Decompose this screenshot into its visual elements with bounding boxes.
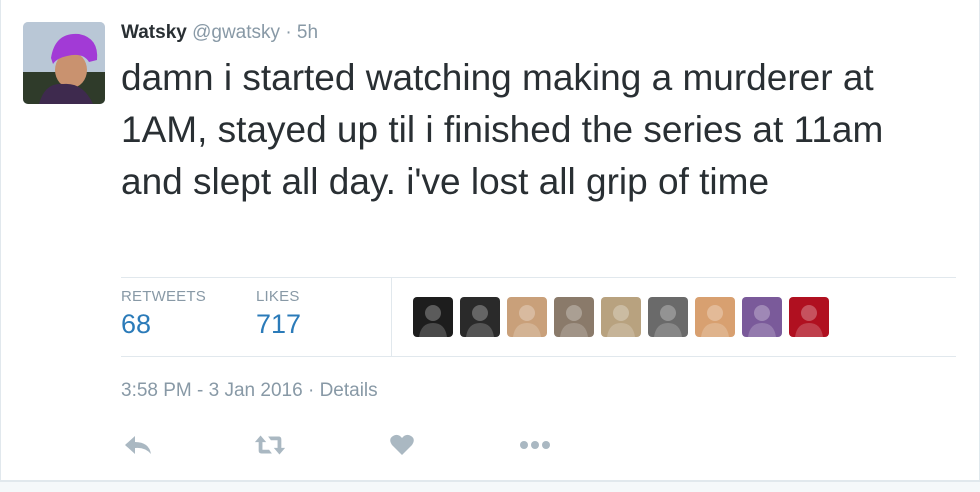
retweets-stat[interactable]: RETWEETS 68 — [121, 288, 206, 340]
author-name[interactable]: Watsky — [121, 22, 187, 43]
liker-avatar[interactable] — [648, 297, 688, 337]
tweet-text: damn i started watching making a murdere… — [121, 57, 884, 202]
tweet-meta: 3:58 PM - 3 Jan 2016 · Details — [121, 380, 378, 402]
likes-count: 717 — [256, 309, 302, 339]
tweet-header: Watsky @gwatsky · 5h — [121, 22, 318, 44]
retweet-button[interactable] — [253, 428, 287, 462]
tweet-card: Watsky @gwatsky · 5h damn i started watc… — [0, 0, 980, 481]
heart-icon — [390, 434, 414, 455]
page-bottom-strip — [0, 481, 980, 492]
reply-button[interactable] — [121, 428, 155, 462]
author-photo — [23, 22, 105, 104]
retweets-count: 68 — [121, 309, 152, 339]
author-handle[interactable]: @gwatsky — [192, 22, 280, 43]
reply-icon — [125, 436, 151, 454]
liker-avatar[interactable] — [507, 297, 547, 337]
liker-avatars — [413, 297, 829, 337]
relative-time[interactable]: 5h — [297, 22, 318, 43]
details-link[interactable]: Details — [320, 380, 378, 401]
retweet-icon — [254, 435, 286, 455]
stats-divider — [391, 278, 392, 356]
author-avatar[interactable] — [23, 22, 105, 104]
liker-avatar[interactable] — [460, 297, 500, 337]
like-button[interactable] — [385, 428, 419, 462]
liker-avatar[interactable] — [789, 297, 829, 337]
liker-avatar[interactable] — [601, 297, 641, 337]
header-separator: · — [285, 22, 292, 43]
tweet-timestamp[interactable]: 3:58 PM - 3 Jan 2016 — [121, 380, 303, 401]
liker-avatar[interactable] — [554, 297, 594, 337]
likes-stat[interactable]: LIKES 717 — [256, 288, 301, 340]
retweets-label: RETWEETS — [121, 288, 206, 305]
tweet-stats: RETWEETS 68 LIKES 717 — [121, 277, 956, 357]
liker-avatar[interactable] — [695, 297, 735, 337]
liker-avatar[interactable] — [413, 297, 453, 337]
meta-separator: · — [307, 380, 315, 401]
more-icon — [520, 441, 550, 449]
more-button[interactable] — [518, 428, 552, 462]
liker-avatar[interactable] — [742, 297, 782, 337]
likes-label: LIKES — [256, 288, 300, 305]
